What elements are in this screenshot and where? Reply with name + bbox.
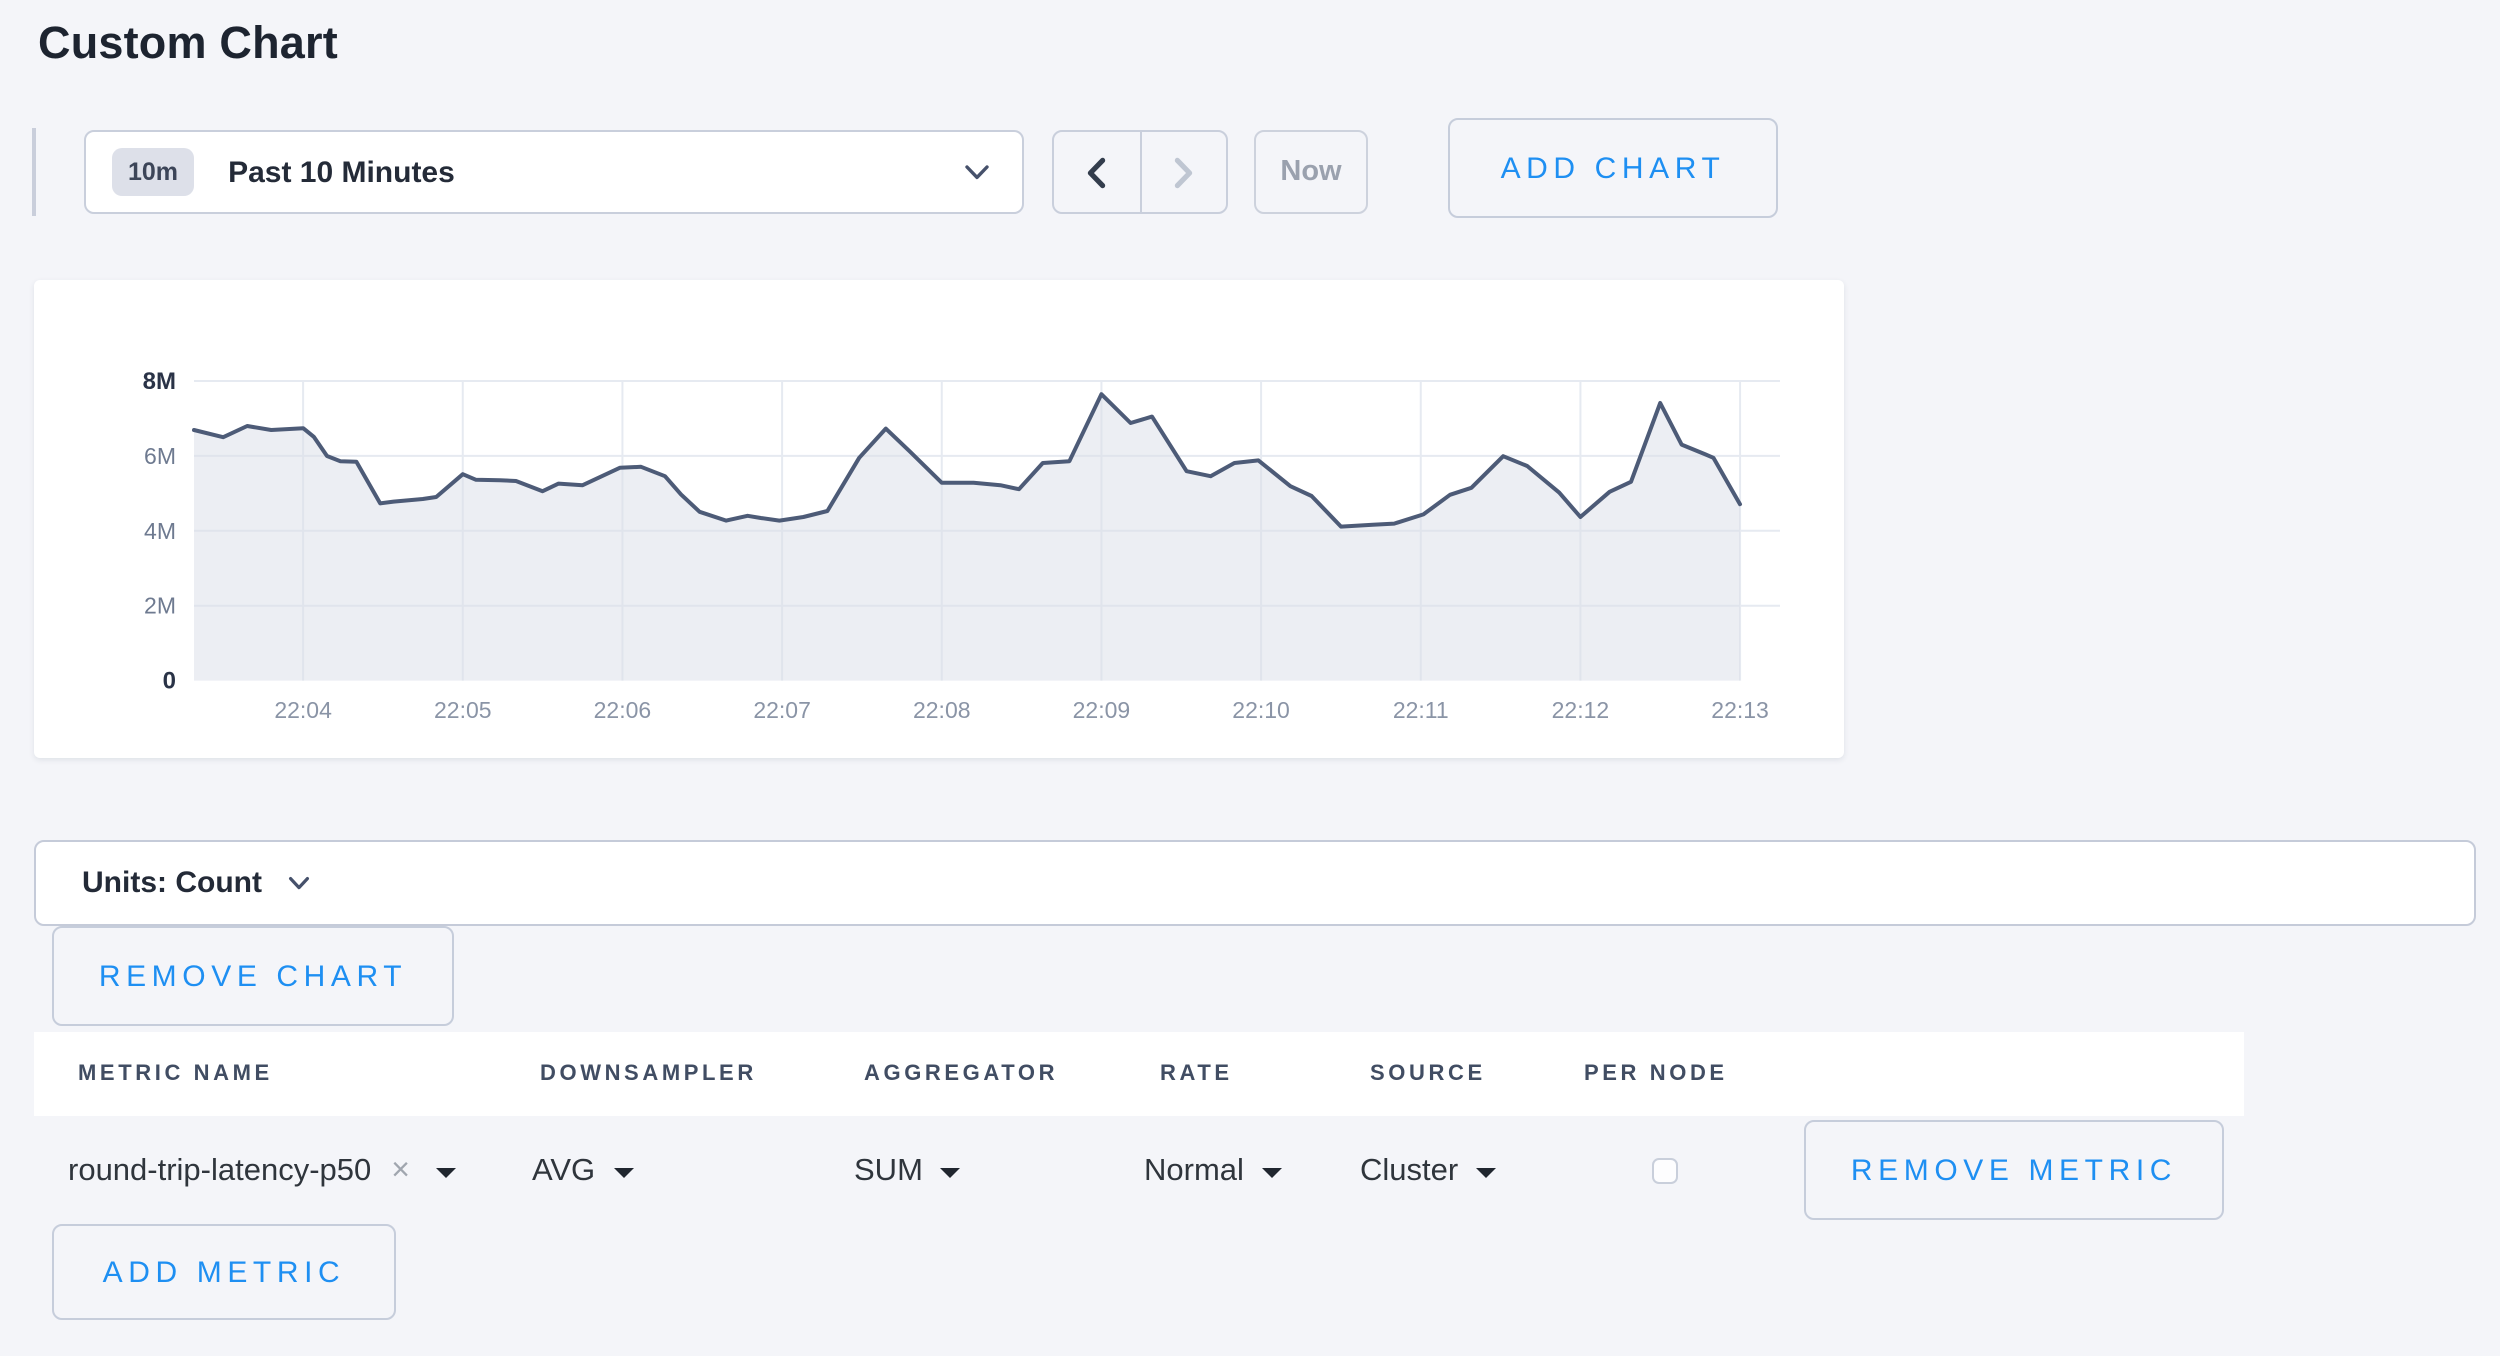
downsampler-value: AVG [532,1154,595,1190]
svg-text:22:05: 22:05 [434,697,492,723]
rate-dropdown[interactable]: Normal [1144,1116,1282,1228]
chevron-down-icon [288,875,310,891]
svg-text:2M: 2M [144,593,176,619]
toolbar-accent-bar [32,128,36,216]
remove-metric-button[interactable]: REMOVE METRIC [1804,1120,2224,1220]
svg-text:22:07: 22:07 [753,697,811,723]
chart-panel: 0 2M 4M 6M 8M 22:04 22:05 22:06 22:07 22:08 22:09 2… [34,280,1844,758]
caret-down-icon [941,1167,961,1177]
rate-value: Normal [1144,1154,1244,1190]
svg-text:22:08: 22:08 [913,697,971,723]
metric-name-dropdown[interactable]: round-trip-latency-p50 × [68,1116,456,1228]
aggregator-dropdown[interactable]: SUM [854,1116,961,1228]
aggregator-value: SUM [854,1154,923,1190]
caret-down-icon [436,1167,456,1177]
col-header-per-node: PER NODE [1584,1062,1728,1086]
col-header-aggregator: AGGREGATOR [864,1062,1058,1086]
svg-text:22:11: 22:11 [1393,697,1449,723]
svg-text:22:12: 22:12 [1552,697,1610,723]
chevron-right-icon [1172,155,1196,189]
caret-down-icon [613,1167,633,1177]
page-title: Custom Chart [38,18,338,70]
svg-text:4M: 4M [144,518,176,544]
now-button[interactable]: Now [1254,130,1368,214]
source-value: Cluster [1360,1154,1458,1190]
svg-text:8M: 8M [143,368,176,395]
caret-down-icon [1476,1167,1496,1177]
svg-text:22:09: 22:09 [1073,697,1131,723]
metrics-line-chart: 0 2M 4M 6M 8M 22:04 22:05 22:06 22:07 22:08 22:09 2… [34,280,1844,758]
chevron-down-icon [964,163,990,181]
remove-token-icon[interactable]: × [391,1154,410,1190]
svg-text:22:04: 22:04 [274,697,332,723]
col-header-rate: RATE [1160,1062,1233,1086]
time-nav-group [1052,130,1228,214]
metric-name-value: round-trip-latency-p50 [68,1154,371,1190]
downsampler-dropdown[interactable]: AVG [532,1116,633,1228]
col-header-metric-name: METRIC NAME [78,1062,273,1086]
col-header-downsampler: DOWNSAMPLER [540,1062,757,1086]
time-range-dropdown[interactable]: 10m Past 10 Minutes [84,130,1024,214]
time-range-label: Past 10 Minutes [228,155,964,189]
add-metric-button[interactable]: ADD METRIC [52,1224,396,1320]
time-range-badge: 10m [112,148,194,196]
svg-text:22:06: 22:06 [594,697,652,723]
source-dropdown[interactable]: Cluster [1360,1116,1496,1228]
add-chart-button[interactable]: ADD CHART [1448,118,1778,218]
svg-text:6M: 6M [144,443,176,469]
metrics-table-header: METRIC NAME DOWNSAMPLER AGGREGATOR RATE … [34,1032,2244,1116]
caret-down-icon [1262,1167,1282,1177]
svg-text:22:10: 22:10 [1232,697,1290,723]
custom-chart-page: Custom Chart 10m Past 10 Minutes Now ADD… [0,0,2500,1356]
per-node-checkbox[interactable] [1652,1158,1678,1184]
time-back-button[interactable] [1054,132,1141,212]
svg-text:0: 0 [163,668,176,695]
time-forward-button[interactable] [1141,132,1226,212]
remove-chart-button[interactable]: REMOVE CHART [52,926,454,1026]
units-label: Units: Count [82,866,262,900]
units-dropdown[interactable]: Units: Count [34,840,2476,926]
col-header-source: SOURCE [1370,1062,1486,1086]
chevron-left-icon [1085,155,1109,189]
svg-text:22:13: 22:13 [1711,697,1769,723]
